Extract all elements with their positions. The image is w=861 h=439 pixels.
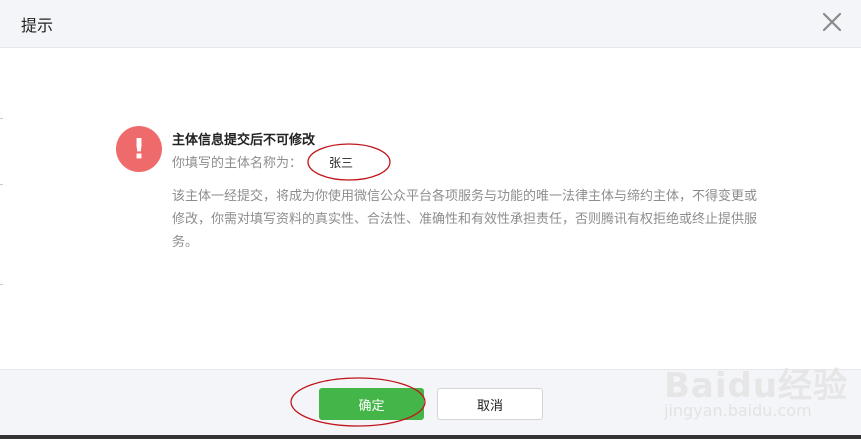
dialog-footer: [0, 369, 861, 436]
bottom-strip: [0, 435, 861, 439]
left-edge-marks: [0, 48, 3, 368]
entity-name-value: 张三: [329, 156, 354, 170]
entity-name-label: 你填写的主体名称为：: [172, 156, 303, 171]
close-icon[interactable]: [821, 11, 843, 33]
dialog-title: 提示: [21, 16, 54, 35]
dialog-header: 提示: [0, 0, 861, 48]
cancel-button[interactable]: 取消: [437, 388, 543, 420]
confirm-button[interactable]: 确定: [319, 388, 424, 420]
exclamation-icon: !: [116, 126, 162, 172]
message-description: 该主体一经提交，将成为你使用微信公众平台各项服务与功能的唯一法律主体与缔约主体，…: [172, 189, 758, 250]
dialog: 提示 ! 主体信息提交后不可修改 你填写的主体名称为： 张三 该主体一经提交，将…: [0, 0, 861, 439]
message-heading: 主体信息提交后不可修改: [172, 133, 316, 148]
